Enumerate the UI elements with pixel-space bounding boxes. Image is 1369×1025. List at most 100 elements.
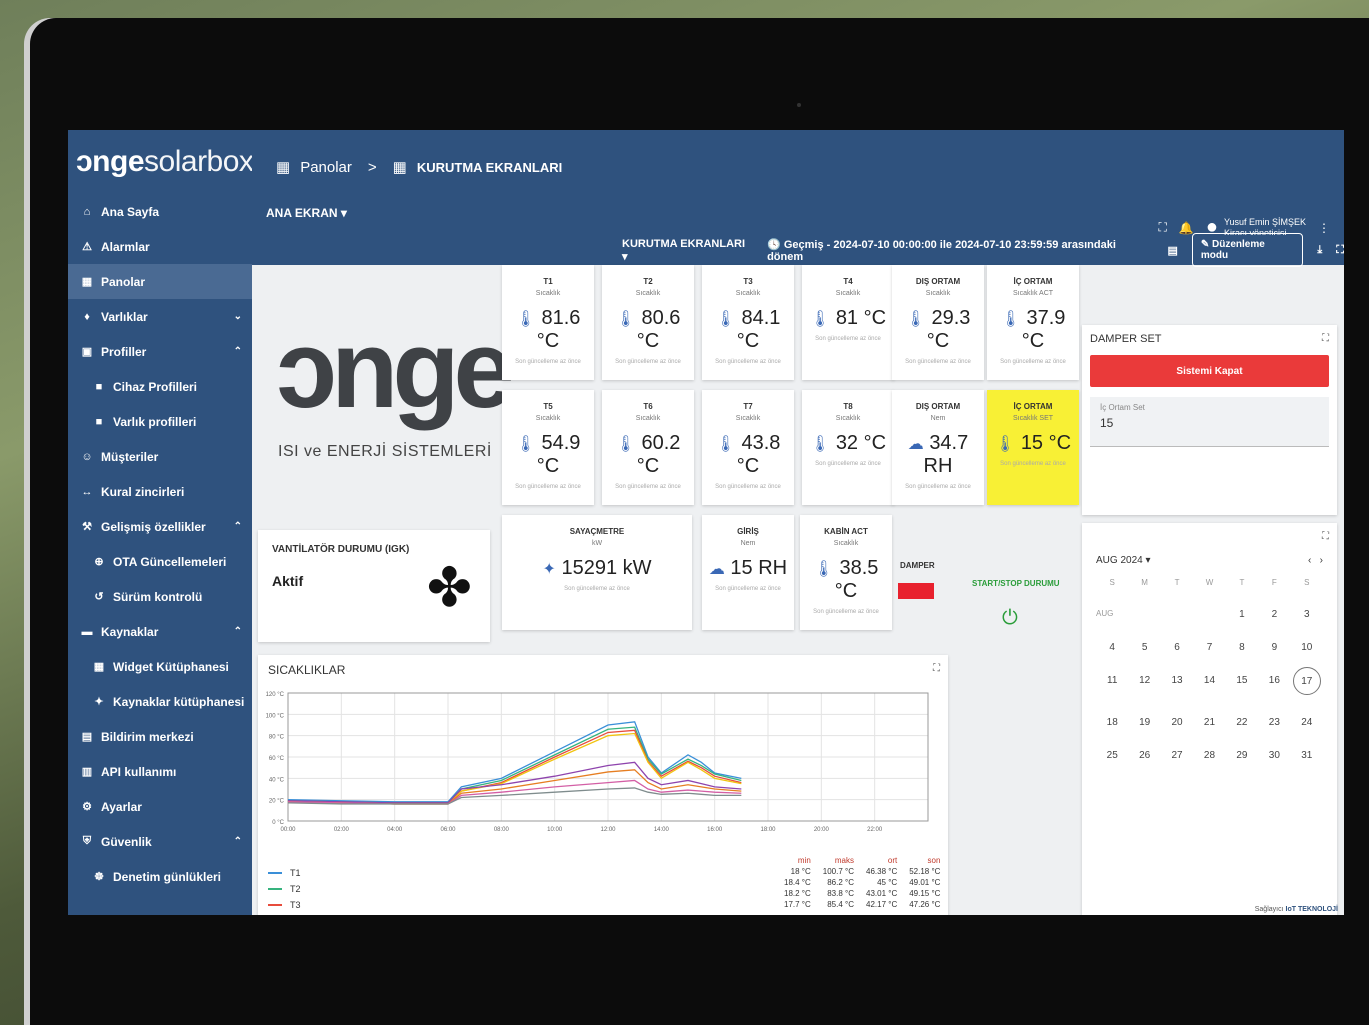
legend-item[interactable]: T2 [268, 881, 301, 897]
calendar-day[interactable]: 17 [1292, 667, 1321, 695]
calendar-day[interactable]: 31 [1291, 750, 1323, 761]
calendar-day[interactable]: 12 [1128, 675, 1160, 695]
sidebar-item-1[interactable]: ⚠ Alarmlar [68, 229, 252, 264]
calendar-day[interactable]: 4 [1096, 642, 1128, 653]
calendar-day[interactable]: 27 [1161, 750, 1193, 761]
calendar-day[interactable]: 2 [1258, 609, 1290, 620]
thermometer-icon: 🌡 [715, 436, 736, 453]
sidebar-item-label: Varlık profilleri [113, 414, 197, 429]
ota-icon: ⊕ [94, 556, 104, 568]
calendar-day[interactable]: 8 [1226, 642, 1258, 653]
calendar-day[interactable]: 25 [1096, 750, 1128, 761]
dashboard-select[interactable]: KURUTMA EKRANLARI ▾ [622, 238, 753, 263]
sidebar-item-8[interactable]: ↔ Kural zincirleri [68, 474, 252, 509]
fullscreen-icon[interactable]: ⛶ [1322, 333, 1329, 344]
calendar-day[interactable]: 18 [1096, 717, 1128, 728]
system-off-button[interactable]: Sistemi Kapat [1090, 355, 1329, 387]
timewindow[interactable]: 🕓 Geçmiş - 2024-07-10 00:00:00 ile 2024-… [767, 238, 1153, 263]
fullscreen-icon[interactable]: ⛶ [1336, 244, 1344, 257]
sidebar-item-9[interactable]: ⚒ Gelişmiş özellikler ⌃ [68, 509, 252, 544]
stats-cell: 45 °C [877, 878, 898, 887]
chevron-right-icon[interactable]: › [1320, 555, 1323, 566]
rule-chain-icon: ↔ [81, 485, 93, 498]
series-line-T5 [287, 761, 742, 804]
calendar-day[interactable]: 14 [1193, 675, 1225, 695]
device-profile-icon: ■ [95, 380, 103, 393]
download-icon[interactable]: ⤓ [1317, 244, 1322, 257]
sidebar-item-3[interactable]: ♦ Varlıklar ⌄ [68, 299, 252, 334]
calendar-day[interactable]: 22 [1226, 717, 1258, 728]
calendar-day[interactable]: 28 [1193, 750, 1225, 761]
calendar-day[interactable]: 23 [1258, 717, 1290, 728]
brand-logo[interactable]: ɔnge solarbox [68, 130, 254, 194]
stats-cell: 42.17 °C [866, 900, 898, 909]
value-tile: GİRİŞ Nem ☁ 15 RH Son güncelleme az önce [702, 515, 794, 630]
audit-icon: ☸ [94, 871, 104, 883]
calendar-day[interactable]: 19 [1128, 717, 1160, 728]
notification-center-icon: ▤ [81, 731, 93, 743]
calendar-day[interactable]: 9 [1258, 642, 1290, 653]
x-tick-label: 10:00 [547, 827, 563, 833]
calendar-day[interactable]: 13 [1161, 675, 1193, 695]
calendar-day[interactable]: 30 [1258, 750, 1290, 761]
indoor-set-field[interactable]: İç Ortam Set 15 [1090, 397, 1329, 447]
calendar-day[interactable]: 20 [1161, 717, 1193, 728]
sidebar-item-10[interactable]: ⊕ OTA Güncellemeleri [68, 544, 252, 579]
fullscreen-icon[interactable]: ⛶ [1159, 220, 1167, 235]
tile-title: DIŞ ORTAM [915, 277, 961, 286]
calendar-day[interactable]: 6 [1161, 642, 1193, 653]
calendar-month-select[interactable]: AUG 2024 ▾ [1096, 555, 1151, 566]
chevron-up-icon[interactable]: ⌃ [234, 521, 242, 532]
chevron-up-icon[interactable]: ⌃ [234, 626, 242, 637]
sidebar-item-16[interactable]: ▥ API kullanımı [68, 754, 252, 789]
calendar-day[interactable]: 1 [1226, 609, 1258, 620]
fullscreen-icon[interactable]: ⛶ [1322, 531, 1329, 542]
thermometer-icon: 🌡 [615, 311, 636, 328]
power-icon[interactable]: ⏻ [1002, 607, 1018, 630]
sidebar-item-4[interactable]: ▣ Profiller ⌃ [68, 334, 252, 369]
sidebar-item-7[interactable]: ☺ Müşteriler [68, 439, 252, 474]
tile-updated: Son güncelleme az önce [615, 359, 681, 365]
bell-icon[interactable]: 🔔 [1179, 221, 1194, 235]
calendar-day[interactable]: 10 [1291, 642, 1323, 653]
calendar-day[interactable]: 16 [1258, 675, 1290, 695]
chevron-up-icon[interactable]: ⌃ [234, 836, 242, 847]
calendar-day[interactable]: 24 [1291, 717, 1323, 728]
more-vert-icon[interactable]: ⋮ [1318, 221, 1330, 235]
sidebar-item-label: Widget Kütüphanesi [113, 659, 229, 674]
chevron-up-icon[interactable]: ⌃ [234, 346, 242, 357]
calendar-day[interactable]: 5 [1128, 642, 1160, 653]
calendar-day[interactable]: 15 [1226, 675, 1258, 695]
sidebar-item-0[interactable]: ⌂ Ana Sayfa [68, 194, 252, 229]
state-select[interactable]: ANA EKRAN ▾ [266, 206, 347, 220]
sidebar-item-2[interactable]: ▦ Panolar [68, 264, 252, 299]
calendar-day[interactable]: 11 [1096, 675, 1128, 695]
fullscreen-icon[interactable]: ⛶ [933, 663, 940, 674]
sidebar-item-15[interactable]: ▤ Bildirim merkezi [68, 719, 252, 754]
sidebar-item-label: Cihaz Profilleri [113, 379, 198, 394]
sidebar-item-17[interactable]: ⚙ Ayarlar [68, 789, 252, 824]
legend-item[interactable]: T1 [268, 865, 301, 881]
sidebar-item-12[interactable]: ▬ Kaynaklar ⌃ [68, 614, 252, 649]
stats-header: ort [887, 856, 898, 865]
sidebar-item-19[interactable]: ☸ Denetim günlükleri [68, 859, 252, 894]
calendar-day[interactable]: 29 [1226, 750, 1258, 761]
edit-mode-button[interactable]: ✎ Düzenleme modu [1191, 233, 1304, 267]
chevron-down-icon[interactable]: ⌄ [234, 311, 242, 322]
calendar-day[interactable]: 7 [1193, 642, 1225, 653]
sidebar-item-13[interactable]: ▦ Widget Kütüphanesi [68, 649, 252, 684]
sidebar-item-5[interactable]: ■ Cihaz Profilleri [68, 369, 252, 404]
sidebar-item-18[interactable]: ⛨ Güvenlik ⌃ [68, 824, 252, 859]
sidebar-item-14[interactable]: ✦ Kaynaklar kütüphanesi [68, 684, 252, 719]
legend-item[interactable]: T4 [268, 913, 301, 915]
breadcrumb-panolar[interactable]: Panolar [300, 159, 352, 176]
chevron-left-icon[interactable]: ‹ [1308, 555, 1311, 566]
calendar-day[interactable]: 26 [1128, 750, 1160, 761]
sidebar-item-6[interactable]: ■ Varlık profilleri [68, 404, 252, 439]
calendar-day[interactable]: 21 [1193, 717, 1225, 728]
calendar-day[interactable]: 3 [1291, 609, 1323, 620]
series-line-T1 [287, 721, 742, 803]
export-icon[interactable]: ▤ [1167, 244, 1177, 257]
sidebar-item-11[interactable]: ↺ Sürüm kontrolü [68, 579, 252, 614]
legend-item[interactable]: T3 [268, 897, 301, 913]
